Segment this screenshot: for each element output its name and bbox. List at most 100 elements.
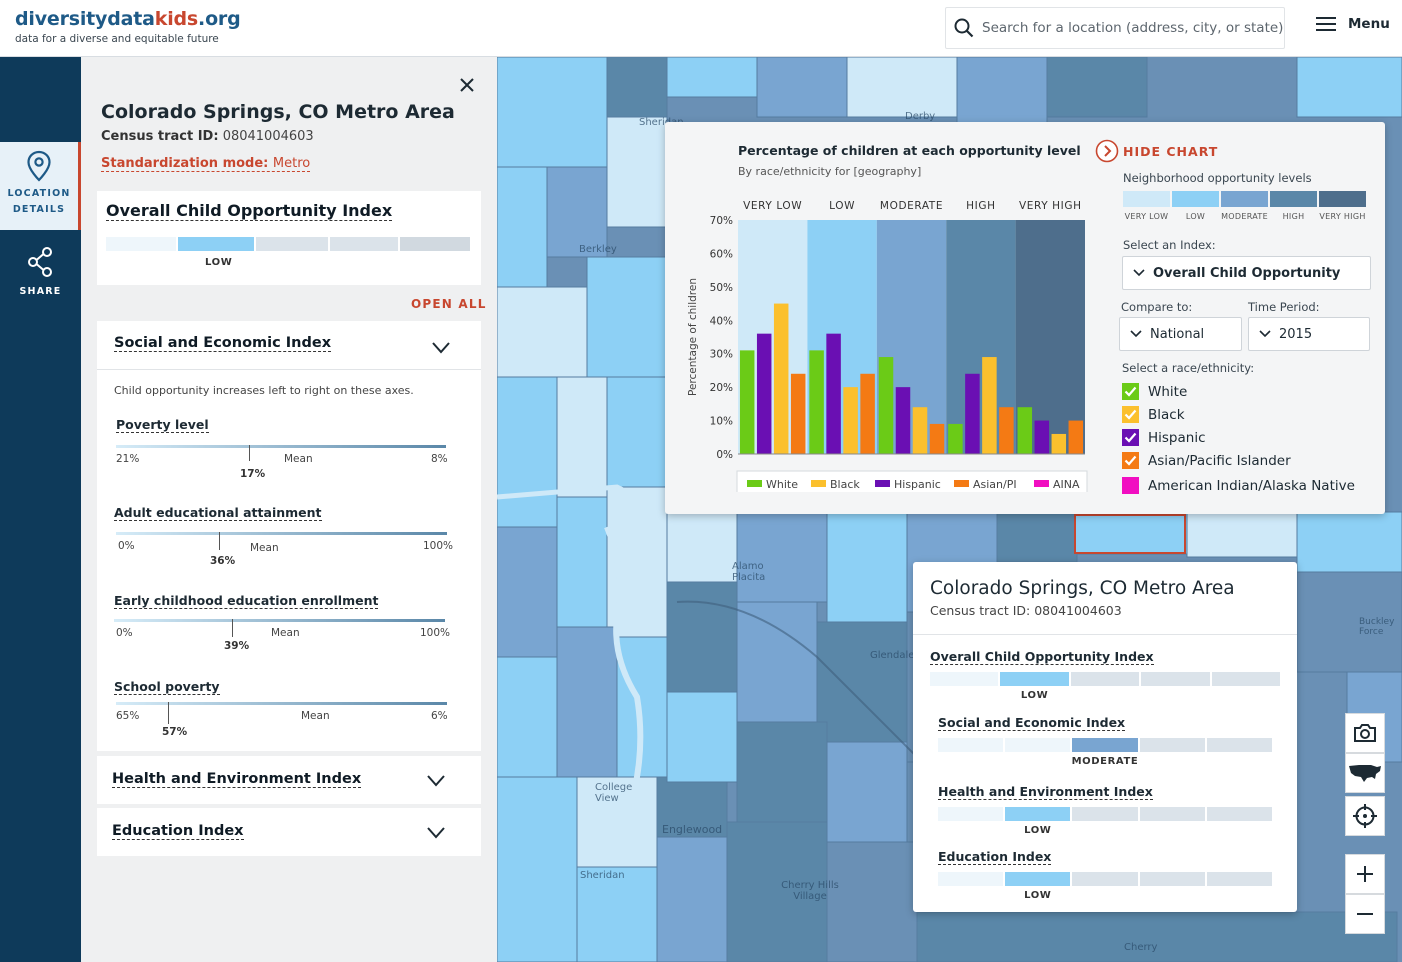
overall-card: Overall Child Opportunity Index LOW: [97, 191, 481, 285]
legend-label: Hispanic: [894, 478, 941, 491]
y-tick-label: 10%: [710, 416, 733, 428]
school-poverty-mean-label: Mean: [301, 710, 330, 722]
education-section[interactable]: Education Index: [97, 808, 481, 856]
y-tick-label: 60%: [710, 248, 733, 260]
poverty-value: 17%: [240, 468, 266, 480]
close-icon: [460, 78, 474, 92]
social-economic-title[interactable]: Social and Economic Index: [114, 335, 332, 352]
category-label: LOW: [829, 200, 855, 212]
share-icon: [27, 247, 52, 277]
chevron-down-icon[interactable]: [426, 826, 446, 840]
chart-popup: Percentage of children at each opportuni…: [665, 122, 1385, 514]
checkbox-checked-icon[interactable]: [1122, 383, 1139, 400]
overall-level-label: LOW: [205, 257, 233, 268]
info-index-name[interactable]: Education Index: [938, 849, 1052, 865]
chart-subtitle: By race/ethnicity for [geography]: [738, 165, 922, 178]
checkbox-icon[interactable]: [1122, 477, 1139, 494]
bar-asian-pi: [860, 373, 875, 454]
crosshair-icon: [1353, 804, 1377, 828]
y-tick-label: 50%: [710, 282, 733, 294]
bar-white: [739, 350, 755, 454]
indicator-adult-education[interactable]: Adult educational attainment: [114, 505, 322, 521]
screenshot-button[interactable]: [1345, 713, 1385, 753]
adult-education-right-label: 100%: [423, 540, 454, 552]
chevron-down-icon: [1130, 330, 1142, 338]
chevron-down-icon[interactable]: [426, 774, 446, 788]
left-rail: LOCATION DETAILS SHARE: [0, 57, 81, 962]
school-poverty-right-label: 6%: [431, 710, 448, 722]
tract-info-popup: Colorado Springs, CO Metro Area Census t…: [913, 562, 1297, 912]
bar-asian-pi: [999, 407, 1014, 454]
y-axis-label: Percentage of children: [687, 278, 699, 396]
us-map-icon: [1349, 765, 1381, 782]
info-level-label: LOW: [1020, 690, 1049, 701]
site-tagline: data for a diverse and equitable future: [15, 33, 219, 45]
category-label: VERY LOW: [743, 200, 802, 212]
category-label: VERY HIGH: [1019, 200, 1082, 212]
race-checkbox-american-indian-alaska-native[interactable]: American Indian/Alaska Native: [1122, 477, 1355, 494]
legend-label: Asian/PI: [973, 478, 1017, 491]
share-tab[interactable]: SHARE: [0, 247, 81, 297]
tract-id: Census tract ID: 08041004603: [101, 129, 314, 144]
search-placeholder: Search for a location (address, city, or…: [982, 20, 1284, 36]
info-index-name[interactable]: Social and Economic Index: [938, 715, 1126, 731]
location-details-tab[interactable]: LOCATION DETAILS: [0, 142, 81, 230]
hide-chart-button[interactable]: HIDE CHART: [1095, 139, 1218, 163]
indicator-poverty-level[interactable]: Poverty level: [116, 417, 209, 433]
early-childhood-left-label: 0%: [116, 627, 133, 639]
site-logo[interactable]: diversitydatakids.org data for a diverse…: [15, 8, 241, 45]
open-all-button[interactable]: OPEN ALL: [411, 297, 487, 311]
legend-swatch: [747, 480, 762, 487]
national-view-button[interactable]: [1345, 753, 1385, 793]
education-title[interactable]: Education Index: [112, 823, 244, 840]
checkbox-checked-icon[interactable]: [1122, 452, 1139, 469]
compare-select[interactable]: National: [1119, 317, 1242, 351]
info-level-label: MODERATE: [1071, 756, 1139, 767]
category-label: MODERATE: [880, 200, 943, 212]
checkbox-checked-icon[interactable]: [1122, 406, 1139, 423]
race-checkbox-asian-pacific-islander[interactable]: Asian/Pacific Islander: [1122, 452, 1291, 469]
checkbox-checked-icon[interactable]: [1122, 429, 1139, 446]
zoom-in-button[interactable]: [1345, 854, 1385, 894]
info-level-label: LOW: [1024, 890, 1052, 901]
menu-button[interactable]: Menu: [1316, 16, 1390, 32]
race-label: Asian/Pacific Islander: [1148, 452, 1291, 469]
bar-black: [982, 357, 997, 454]
race-checkbox-black[interactable]: Black: [1122, 406, 1185, 423]
close-panel-button[interactable]: [459, 77, 475, 97]
level-legend-item: VERY HIGH: [1319, 191, 1366, 221]
health-environment-section[interactable]: Health and Environment Index: [97, 756, 481, 804]
location-pin-icon: [27, 150, 51, 182]
indicator-school-poverty[interactable]: School poverty: [114, 679, 220, 695]
health-environment-title[interactable]: Health and Environment Index: [112, 771, 362, 788]
compare-label: Compare to:: [1121, 300, 1193, 314]
early-childhood-axis: [114, 619, 445, 622]
school-poverty-left-label: 65%: [116, 710, 140, 722]
adult-education-left-label: 0%: [118, 540, 135, 552]
search-icon: [954, 18, 974, 38]
info-index-name[interactable]: Overall Child Opportunity Index: [930, 649, 1154, 665]
bar-hispanic: [895, 387, 911, 454]
overall-index-title[interactable]: Overall Child Opportunity Index: [106, 201, 393, 221]
bar-black: [1051, 433, 1067, 454]
bar-white: [878, 357, 894, 454]
race-checkbox-hispanic[interactable]: Hispanic: [1122, 429, 1206, 446]
hamburger-icon: [1316, 17, 1336, 31]
school-poverty-axis: [116, 702, 447, 705]
zoom-out-button[interactable]: [1345, 894, 1385, 934]
index-select[interactable]: Overall Child Opportunity: [1122, 256, 1371, 290]
time-period-select[interactable]: 2015: [1248, 317, 1370, 351]
indicator-early-childhood[interactable]: Early childhood education enrollment: [114, 593, 379, 609]
standardization-mode[interactable]: Standardization mode: Metro: [101, 156, 311, 172]
locate-button[interactable]: [1345, 796, 1385, 836]
axes-note: Child opportunity increases left to righ…: [114, 384, 414, 397]
race-checkbox-white[interactable]: White: [1122, 383, 1187, 400]
chart-title: Percentage of children at each opportuni…: [738, 143, 1081, 158]
info-index-name[interactable]: Health and Environment Index: [938, 784, 1153, 800]
search-input[interactable]: Search for a location (address, city, or…: [945, 7, 1285, 49]
bar-black: [912, 407, 928, 454]
site-header: diversitydatakids.org data for a diverse…: [0, 0, 1402, 57]
location-title: Colorado Springs, CO Metro Area: [101, 101, 455, 123]
chevron-up-icon[interactable]: [431, 341, 451, 355]
legend-label: AINA: [1053, 478, 1080, 491]
